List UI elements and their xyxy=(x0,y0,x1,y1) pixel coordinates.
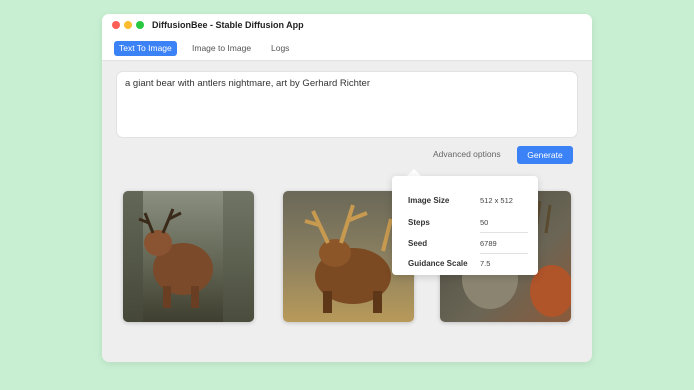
advanced-options-popover: Image Size 512 x 512 Steps 50 Seed 6789 … xyxy=(392,176,538,275)
option-image-size[interactable]: Image Size 512 x 512 xyxy=(392,190,538,212)
prompt-input[interactable]: a giant bear with antlers nightmare, art… xyxy=(116,71,578,138)
generate-button[interactable]: Generate xyxy=(517,146,573,164)
guidance-scale-input[interactable]: 7.5 xyxy=(480,259,490,268)
option-seed[interactable]: Seed 6789 xyxy=(392,233,538,255)
option-guidance-scale[interactable]: Guidance Scale 7.5 xyxy=(392,253,538,275)
option-steps[interactable]: Steps 50 xyxy=(392,212,538,234)
tab-logs[interactable]: Logs xyxy=(266,41,294,56)
minimize-window-button[interactable] xyxy=(124,21,132,29)
image-size-select[interactable]: 512 x 512 xyxy=(480,196,513,205)
title-bar: DiffusionBee - Stable Diffusion App xyxy=(102,14,592,38)
seed-input[interactable]: 6789 xyxy=(480,239,497,248)
maximize-window-button[interactable] xyxy=(136,21,144,29)
popover-arrow xyxy=(407,169,421,176)
generated-image[interactable] xyxy=(123,191,254,322)
steps-label: Steps xyxy=(408,218,430,227)
window-title: DiffusionBee - Stable Diffusion App xyxy=(152,20,304,30)
guidance-scale-label: Guidance Scale xyxy=(408,259,468,268)
app-window: DiffusionBee - Stable Diffusion App Text… xyxy=(102,14,592,362)
close-window-button[interactable] xyxy=(112,21,120,29)
advanced-options-button[interactable]: Advanced options xyxy=(433,149,501,159)
tab-image-to-image[interactable]: Image to Image xyxy=(187,41,256,56)
steps-input[interactable]: 50 xyxy=(480,218,488,227)
tab-text-to-image[interactable]: Text To Image xyxy=(114,41,177,56)
seed-label: Seed xyxy=(408,239,428,248)
image-size-label: Image Size xyxy=(408,196,450,205)
tab-bar: Text To Image Image to Image Logs xyxy=(102,38,592,61)
bear-image-1 xyxy=(123,191,254,322)
prompt-text: a giant bear with antlers nightmare, art… xyxy=(125,78,371,89)
